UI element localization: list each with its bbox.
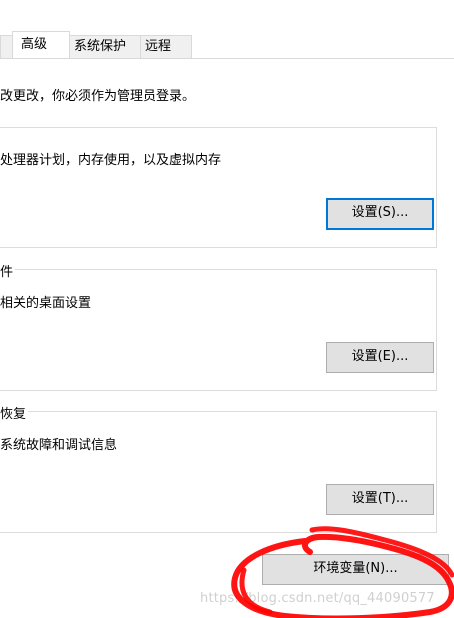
- performance-settings-button[interactable]: 设置(S)...: [326, 198, 434, 230]
- startup-recovery-description: 系统故障和调试信息: [0, 438, 118, 453]
- tab-remote-label: 远程: [145, 39, 172, 54]
- user-profiles-description: 相关的桌面设置: [0, 296, 92, 311]
- watermark: https://blog.csdn.net/qq_44090577: [200, 591, 435, 606]
- tab-system-protection[interactable]: 系统保护: [69, 35, 141, 58]
- tab-system-protection-label: 系统保护: [74, 39, 127, 54]
- tab-advanced-label: 高级: [21, 37, 48, 52]
- environment-variables-button[interactable]: 环境变量(N)...: [262, 554, 449, 585]
- tab-advanced[interactable]: 高级: [12, 31, 70, 59]
- user-profiles-legend: 件: [0, 261, 16, 280]
- startup-recovery-legend: 恢复: [0, 403, 29, 422]
- dialog-title-area: [0, 0, 454, 23]
- user-profiles-settings-button[interactable]: 设置(E)...: [326, 342, 434, 373]
- startup-recovery-settings-button[interactable]: 设置(T)...: [326, 484, 434, 515]
- tab-remote[interactable]: 远程: [140, 35, 192, 58]
- admin-notice: 改更改，你必须作为管理员登录。: [0, 89, 196, 104]
- performance-description: 处理器计划，内存使用，以及虚拟内存: [0, 153, 222, 168]
